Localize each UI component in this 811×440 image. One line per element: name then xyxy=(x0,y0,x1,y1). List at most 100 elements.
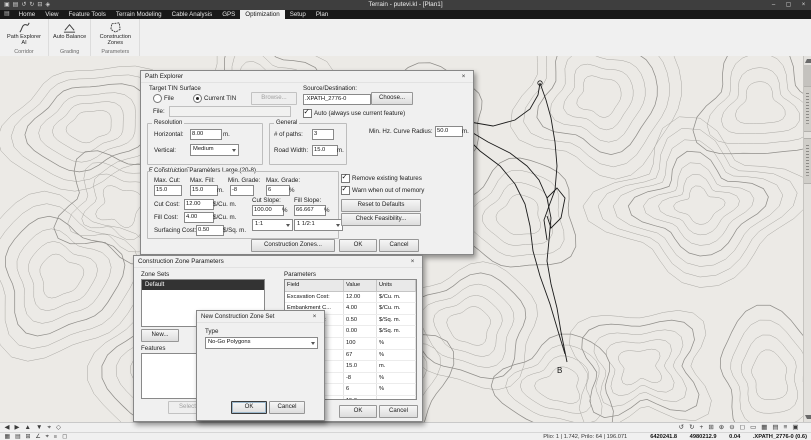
cut-slope-ratio-select[interactable]: 1:1 xyxy=(252,219,293,231)
auto-feature-checkbox[interactable]: ✓ Auto (always use current feature) xyxy=(303,109,405,118)
checkbox-icon: ✓ xyxy=(341,186,350,195)
close-icon[interactable]: × xyxy=(407,256,418,267)
menu-tab-optimization[interactable]: Optimization xyxy=(240,10,284,19)
close-icon[interactable]: × xyxy=(458,71,469,82)
max-fill-input[interactable]: 15.0 xyxy=(190,185,218,196)
print-icon[interactable]: ⊟ xyxy=(37,0,42,10)
table-cell: $/Sq. m. xyxy=(377,326,416,337)
menu-tab-setup[interactable]: Setup xyxy=(285,10,311,19)
menu-tab-view[interactable]: View xyxy=(40,10,63,19)
construction-zones-button[interactable]: Construction Zones xyxy=(95,20,135,46)
check-feasibility-button[interactable]: Check Feasibility... xyxy=(341,213,421,226)
browse-button[interactable]: Browse... xyxy=(251,92,297,105)
choose-button[interactable]: Choose... xyxy=(371,92,413,105)
app-icon[interactable]: ▣ xyxy=(4,0,10,10)
cancel-button[interactable]: Cancel xyxy=(269,401,305,414)
crosshair-toggle-icon[interactable]: ⌖ xyxy=(43,433,51,440)
ok-button[interactable]: OK xyxy=(339,239,377,252)
window-maximize-button[interactable]: ▢ xyxy=(781,0,796,10)
menu-tab-cable-analysis[interactable]: Cable Analysis xyxy=(167,10,218,19)
save-icon[interactable]: ▤ xyxy=(13,0,19,10)
table-cell: Excavation Cost: xyxy=(285,292,344,303)
list-toggle-icon[interactable]: ≡ xyxy=(51,433,59,440)
contour-line xyxy=(577,76,621,118)
auto-balance-button[interactable]: Auto Balance xyxy=(53,20,86,40)
coord-y: 4980212.9 xyxy=(690,434,717,440)
box-toggle-icon[interactable]: ◻ xyxy=(60,433,70,440)
max-cut-input[interactable]: 15.0 xyxy=(154,185,182,196)
reset-defaults-button[interactable]: Reset to Defaults xyxy=(341,199,421,212)
surfacing-cost-input[interactable]: 0.50 xyxy=(196,225,224,236)
window-close-button[interactable]: × xyxy=(796,0,811,10)
cancel-button[interactable]: Cancel xyxy=(379,239,419,252)
ribbon-group-caption: Corridor xyxy=(14,49,33,56)
file-input[interactable] xyxy=(169,106,291,117)
type-select[interactable]: No-Go Polygons xyxy=(205,337,318,349)
min-grade-input[interactable]: -8 xyxy=(230,185,254,196)
grading-icon xyxy=(63,21,76,34)
redo-icon[interactable]: ↻ xyxy=(29,0,34,10)
vertical-scrollbar[interactable] xyxy=(803,56,811,422)
side-panel-tab[interactable] xyxy=(804,138,811,184)
contour-line xyxy=(66,110,111,142)
num-paths-input[interactable]: 3 xyxy=(312,129,334,140)
dialog-title-bar[interactable]: Path Explorer × xyxy=(141,71,473,83)
remove-features-checkbox[interactable]: ✓ Remove existing features xyxy=(341,174,422,183)
curve-radius-input[interactable]: 50.0 xyxy=(435,126,463,137)
fill-slope-input[interactable]: 66.667 xyxy=(294,205,326,216)
path-explorer-ai-button[interactable]: Path Explorer AI xyxy=(4,20,44,46)
contour-line xyxy=(40,254,84,298)
contour-line xyxy=(693,56,804,154)
menu-tab-terrain-modeling[interactable]: Terrain Modeling xyxy=(111,10,167,19)
ok-button[interactable]: OK xyxy=(339,405,377,418)
scroll-down-icon[interactable] xyxy=(805,415,811,419)
side-panel-tab[interactable] xyxy=(804,86,811,132)
ok-button[interactable]: OK xyxy=(231,401,267,414)
window-minimize-button[interactable]: – xyxy=(766,0,781,10)
radio-file[interactable]: File xyxy=(153,94,174,103)
table-row[interactable]: Excavation Cost:12.00$/Cu. m. xyxy=(285,292,416,304)
menu-tab-feature-tools[interactable]: Feature Tools xyxy=(64,10,111,19)
contour-line xyxy=(598,128,797,277)
undo-icon[interactable]: ↺ xyxy=(21,0,26,10)
max-grade-input[interactable]: 6 xyxy=(266,185,290,196)
dialog-title-bar[interactable]: New Construction Zone Set × xyxy=(197,311,324,323)
angle-toggle-icon[interactable]: ∠ xyxy=(33,433,43,440)
scroll-up-icon[interactable] xyxy=(805,59,811,63)
zone-set-item[interactable]: Default xyxy=(142,280,264,290)
cut-slope-input[interactable]: 100.00 xyxy=(252,205,284,216)
dialog-title-bar[interactable]: Construction Zone Parameters × xyxy=(134,256,422,268)
vertical-select[interactable]: Medium xyxy=(190,144,239,156)
menu-tab-home[interactable]: Home xyxy=(14,10,41,19)
warn-memory-checkbox[interactable]: ✓ Warn when out of memory xyxy=(341,186,424,195)
source-destination-input[interactable]: .XPATH_2776-0 xyxy=(303,94,371,105)
grid-toggle-icon[interactable]: ▦ xyxy=(2,433,12,440)
new-zone-set-button[interactable]: New... xyxy=(141,329,179,342)
fill-slope-ratio-select[interactable]: 1 1/2:1 xyxy=(294,219,343,231)
contour-line xyxy=(0,191,152,361)
construction-zones-button[interactable]: Construction Zones... xyxy=(251,239,335,252)
file-label: File: xyxy=(153,108,165,115)
menu-tab-plan[interactable]: Plan xyxy=(311,10,333,19)
app-menu-icon[interactable]: ▤ xyxy=(0,10,14,19)
fill-cost-label: Fill Cost: xyxy=(154,214,178,221)
curve-radius-unit: m. xyxy=(462,128,469,135)
road-width-input[interactable]: 15.0 xyxy=(312,145,338,156)
cut-cost-input[interactable]: 12.00 xyxy=(184,199,214,210)
cancel-button[interactable]: Cancel xyxy=(379,405,418,418)
fill-cost-input[interactable]: 4.00 xyxy=(184,212,214,223)
menu-tabs: HomeViewFeature ToolsTerrain ModelingCab… xyxy=(14,10,334,19)
menu-tab-gps[interactable]: GPS xyxy=(217,10,240,19)
parameters-label: Parameters xyxy=(284,271,316,278)
layer-toggle-icon[interactable]: ▤ xyxy=(12,433,22,440)
horizontal-input[interactable]: 8.00 xyxy=(190,129,222,140)
help-icon[interactable]: ◈ xyxy=(45,0,50,10)
ribbon-button-label: Auto Balance xyxy=(53,34,86,40)
table-cell: m. xyxy=(377,396,416,400)
radio-current-tin[interactable]: Current TIN xyxy=(193,94,236,103)
close-icon[interactable]: × xyxy=(309,311,320,322)
fill-slope-label: Fill Slope: xyxy=(294,197,321,204)
contour-line xyxy=(594,330,687,407)
snap-toggle-icon[interactable]: ⊞ xyxy=(23,433,33,440)
max-cut-label: Max. Cut: xyxy=(154,177,180,184)
